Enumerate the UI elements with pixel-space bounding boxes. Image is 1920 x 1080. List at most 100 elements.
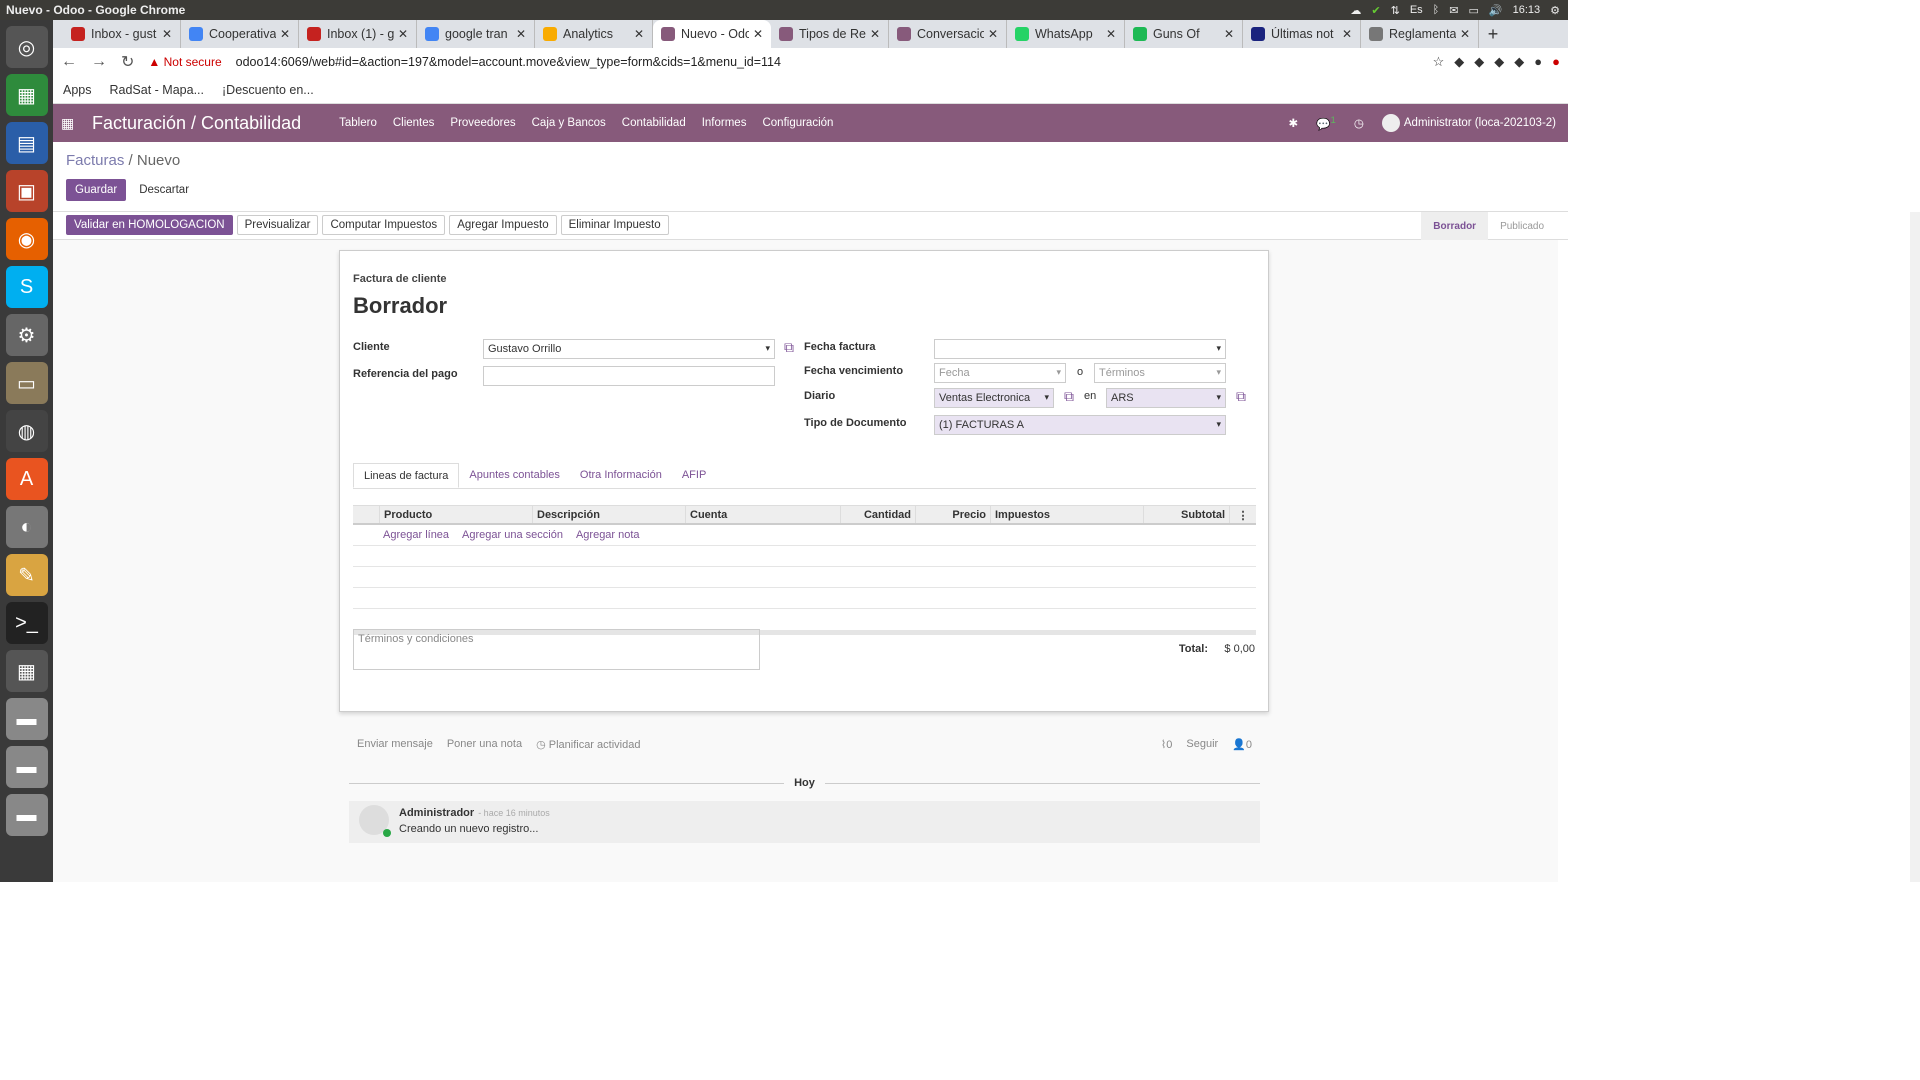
browser-tab[interactable]: Conversacio ✕ — [889, 20, 1007, 48]
close-icon[interactable]: ✕ — [988, 27, 998, 41]
clock[interactable]: 16:13 — [1513, 4, 1541, 16]
tab-afip[interactable]: AFIP — [672, 463, 716, 488]
forward-icon[interactable]: → — [91, 53, 107, 71]
close-icon[interactable]: ✕ — [516, 27, 526, 41]
tab-lineas-factura[interactable]: Lineas de factura — [353, 463, 460, 488]
column-cuenta[interactable]: Cuenta — [686, 506, 841, 523]
currency-field[interactable]: ARS — [1106, 388, 1226, 408]
stage-posted[interactable]: Publicado — [1488, 212, 1556, 240]
extension-icon[interactable]: ◆ — [1474, 54, 1484, 70]
network-icon[interactable]: ⇅ — [1391, 4, 1400, 17]
follow-button[interactable]: Seguir — [1186, 738, 1218, 751]
column-cantidad[interactable]: Cantidad — [841, 506, 916, 523]
browser-tab[interactable]: Analytics ✕ — [535, 20, 653, 48]
profile-icon[interactable]: ● — [1534, 54, 1542, 70]
message-author[interactable]: Administrador — [399, 807, 474, 819]
star-icon[interactable]: ☆ — [1433, 54, 1445, 70]
save-button[interactable]: Guardar — [66, 179, 127, 201]
new-tab-icon[interactable]: + — [1479, 24, 1507, 45]
browser-tab[interactable]: Nuevo - Odo ✕ — [653, 20, 771, 48]
remove-tax-button[interactable]: Eliminar Impuesto — [560, 215, 669, 235]
menu-tablero[interactable]: Tablero — [339, 117, 377, 129]
breadcrumb-facturas[interactable]: Facturas — [66, 152, 124, 169]
bookmark-descuento[interactable]: ¡Descuento en... — [222, 83, 314, 97]
bug-icon[interactable]: ✱ — [1289, 116, 1299, 130]
compute-taxes-button[interactable]: Computar Impuestos — [322, 215, 446, 235]
close-icon[interactable]: ✕ — [1106, 27, 1116, 41]
browser-tab[interactable]: Cooperativa ✕ — [181, 20, 299, 48]
settings-icon[interactable]: ⚙ — [5, 314, 48, 356]
user-menu[interactable]: Administrator (loca-202103-2) — [1381, 114, 1556, 132]
menu-configuracion[interactable]: Configuración — [762, 117, 833, 129]
add-line-link[interactable]: Agregar línea — [383, 529, 449, 541]
tab-otra-informacion[interactable]: Otra Información — [570, 463, 672, 488]
external-link-icon[interactable]: ⧉ — [784, 339, 794, 356]
workspace-icon[interactable]: ▦ — [5, 650, 48, 692]
battery-icon[interactable]: ▭ — [1468, 4, 1478, 17]
validate-homologacion-button[interactable]: Validar en HOMOLOGACION — [66, 215, 233, 235]
column-precio[interactable]: Precio — [916, 506, 991, 523]
terminos-field[interactable]: Términos — [1094, 363, 1226, 383]
menu-caja-bancos[interactable]: Caja y Bancos — [532, 117, 606, 129]
back-icon[interactable]: ← — [61, 53, 77, 71]
spreadsheet-icon[interactable]: ▦ — [5, 74, 48, 116]
close-icon[interactable]: ✕ — [398, 27, 408, 41]
tab-apuntes-contables[interactable]: Apuntes contables — [459, 463, 570, 488]
volume-icon[interactable]: 🔊 — [1489, 4, 1503, 17]
log-note-button[interactable]: Poner una nota — [447, 738, 522, 751]
menu-contabilidad[interactable]: Contabilidad — [622, 117, 686, 129]
apps-menu-icon[interactable]: ▦ — [61, 115, 87, 132]
browser-tab[interactable]: Inbox - gust ✕ — [63, 20, 181, 48]
extension-icon[interactable]: ◆ — [1454, 54, 1464, 70]
browser-tab[interactable]: Últimas not ✕ — [1243, 20, 1361, 48]
writer-icon[interactable]: ▤ — [5, 122, 48, 164]
software-icon[interactable]: A — [5, 458, 48, 500]
preview-button[interactable]: Previsualizar — [236, 215, 319, 235]
vencimiento-field[interactable]: Fecha — [934, 363, 1066, 383]
reload-icon[interactable]: ↻ — [121, 52, 134, 72]
optional-columns-icon[interactable]: ⋮ — [1230, 506, 1256, 523]
drive-icon[interactable]: ▬ — [5, 746, 48, 788]
mail-icon[interactable]: ✉ — [1449, 4, 1458, 17]
chat-icon[interactable]: 💬1 — [1316, 115, 1336, 131]
cloud-icon[interactable]: ☁ — [1350, 4, 1361, 17]
menu-proveedores[interactable]: Proveedores — [450, 117, 515, 129]
external-link-icon[interactable]: ⧉ — [1236, 388, 1246, 405]
bluetooth-icon[interactable]: ᛒ — [1433, 4, 1440, 16]
keyboard-lang[interactable]: Es — [1410, 4, 1423, 16]
firefox-icon[interactable]: ◉ — [5, 218, 48, 260]
send-message-button[interactable]: Enviar mensaje — [357, 738, 433, 751]
fecha-factura-field[interactable] — [934, 339, 1226, 359]
browser-tab[interactable]: Inbox (1) - g ✕ — [299, 20, 417, 48]
avatar[interactable] — [359, 805, 391, 837]
column-producto[interactable]: Producto — [380, 506, 533, 523]
close-icon[interactable]: ✕ — [280, 27, 290, 41]
close-icon[interactable]: ✕ — [634, 27, 644, 41]
external-link-icon[interactable]: ⧉ — [1064, 388, 1074, 405]
drive-icon[interactable]: ▬ — [5, 794, 48, 836]
chrome-icon[interactable]: ◍ — [5, 410, 48, 452]
files-icon[interactable]: ▭ — [5, 362, 48, 404]
terminal-icon[interactable]: >_ — [5, 602, 48, 644]
browser-tab[interactable]: Reglamenta ✕ — [1361, 20, 1479, 48]
followers-button[interactable]: 👤0 — [1232, 738, 1252, 751]
drive-icon[interactable]: ▬ — [5, 698, 48, 740]
security-warning[interactable]: ▲ Not secure — [148, 55, 221, 69]
check-icon[interactable]: ✔ — [1371, 4, 1380, 17]
column-subtotal[interactable]: Subtotal — [1144, 506, 1230, 523]
bookmark-apps[interactable]: Apps — [63, 83, 92, 97]
add-note-link[interactable]: Agregar nota — [576, 529, 640, 541]
discard-button[interactable]: Descartar — [130, 179, 199, 201]
notes-icon[interactable]: ✎ — [5, 554, 48, 596]
add-tax-button[interactable]: Agregar Impuesto — [449, 215, 557, 235]
cliente-field[interactable]: Gustavo Orrillo — [483, 339, 775, 359]
column-descripcion[interactable]: Descripción — [533, 506, 686, 523]
close-icon[interactable]: ✕ — [1460, 27, 1470, 41]
ubuntu-icon[interactable]: ◎ — [5, 26, 48, 68]
impress-icon[interactable]: ▣ — [5, 170, 48, 212]
extension-icon[interactable]: ◆ — [1514, 54, 1524, 70]
menu-informes[interactable]: Informes — [702, 117, 747, 129]
close-icon[interactable]: ✕ — [162, 27, 172, 41]
menu-icon[interactable]: ● — [1552, 54, 1560, 70]
close-icon[interactable]: ✕ — [1224, 27, 1234, 41]
